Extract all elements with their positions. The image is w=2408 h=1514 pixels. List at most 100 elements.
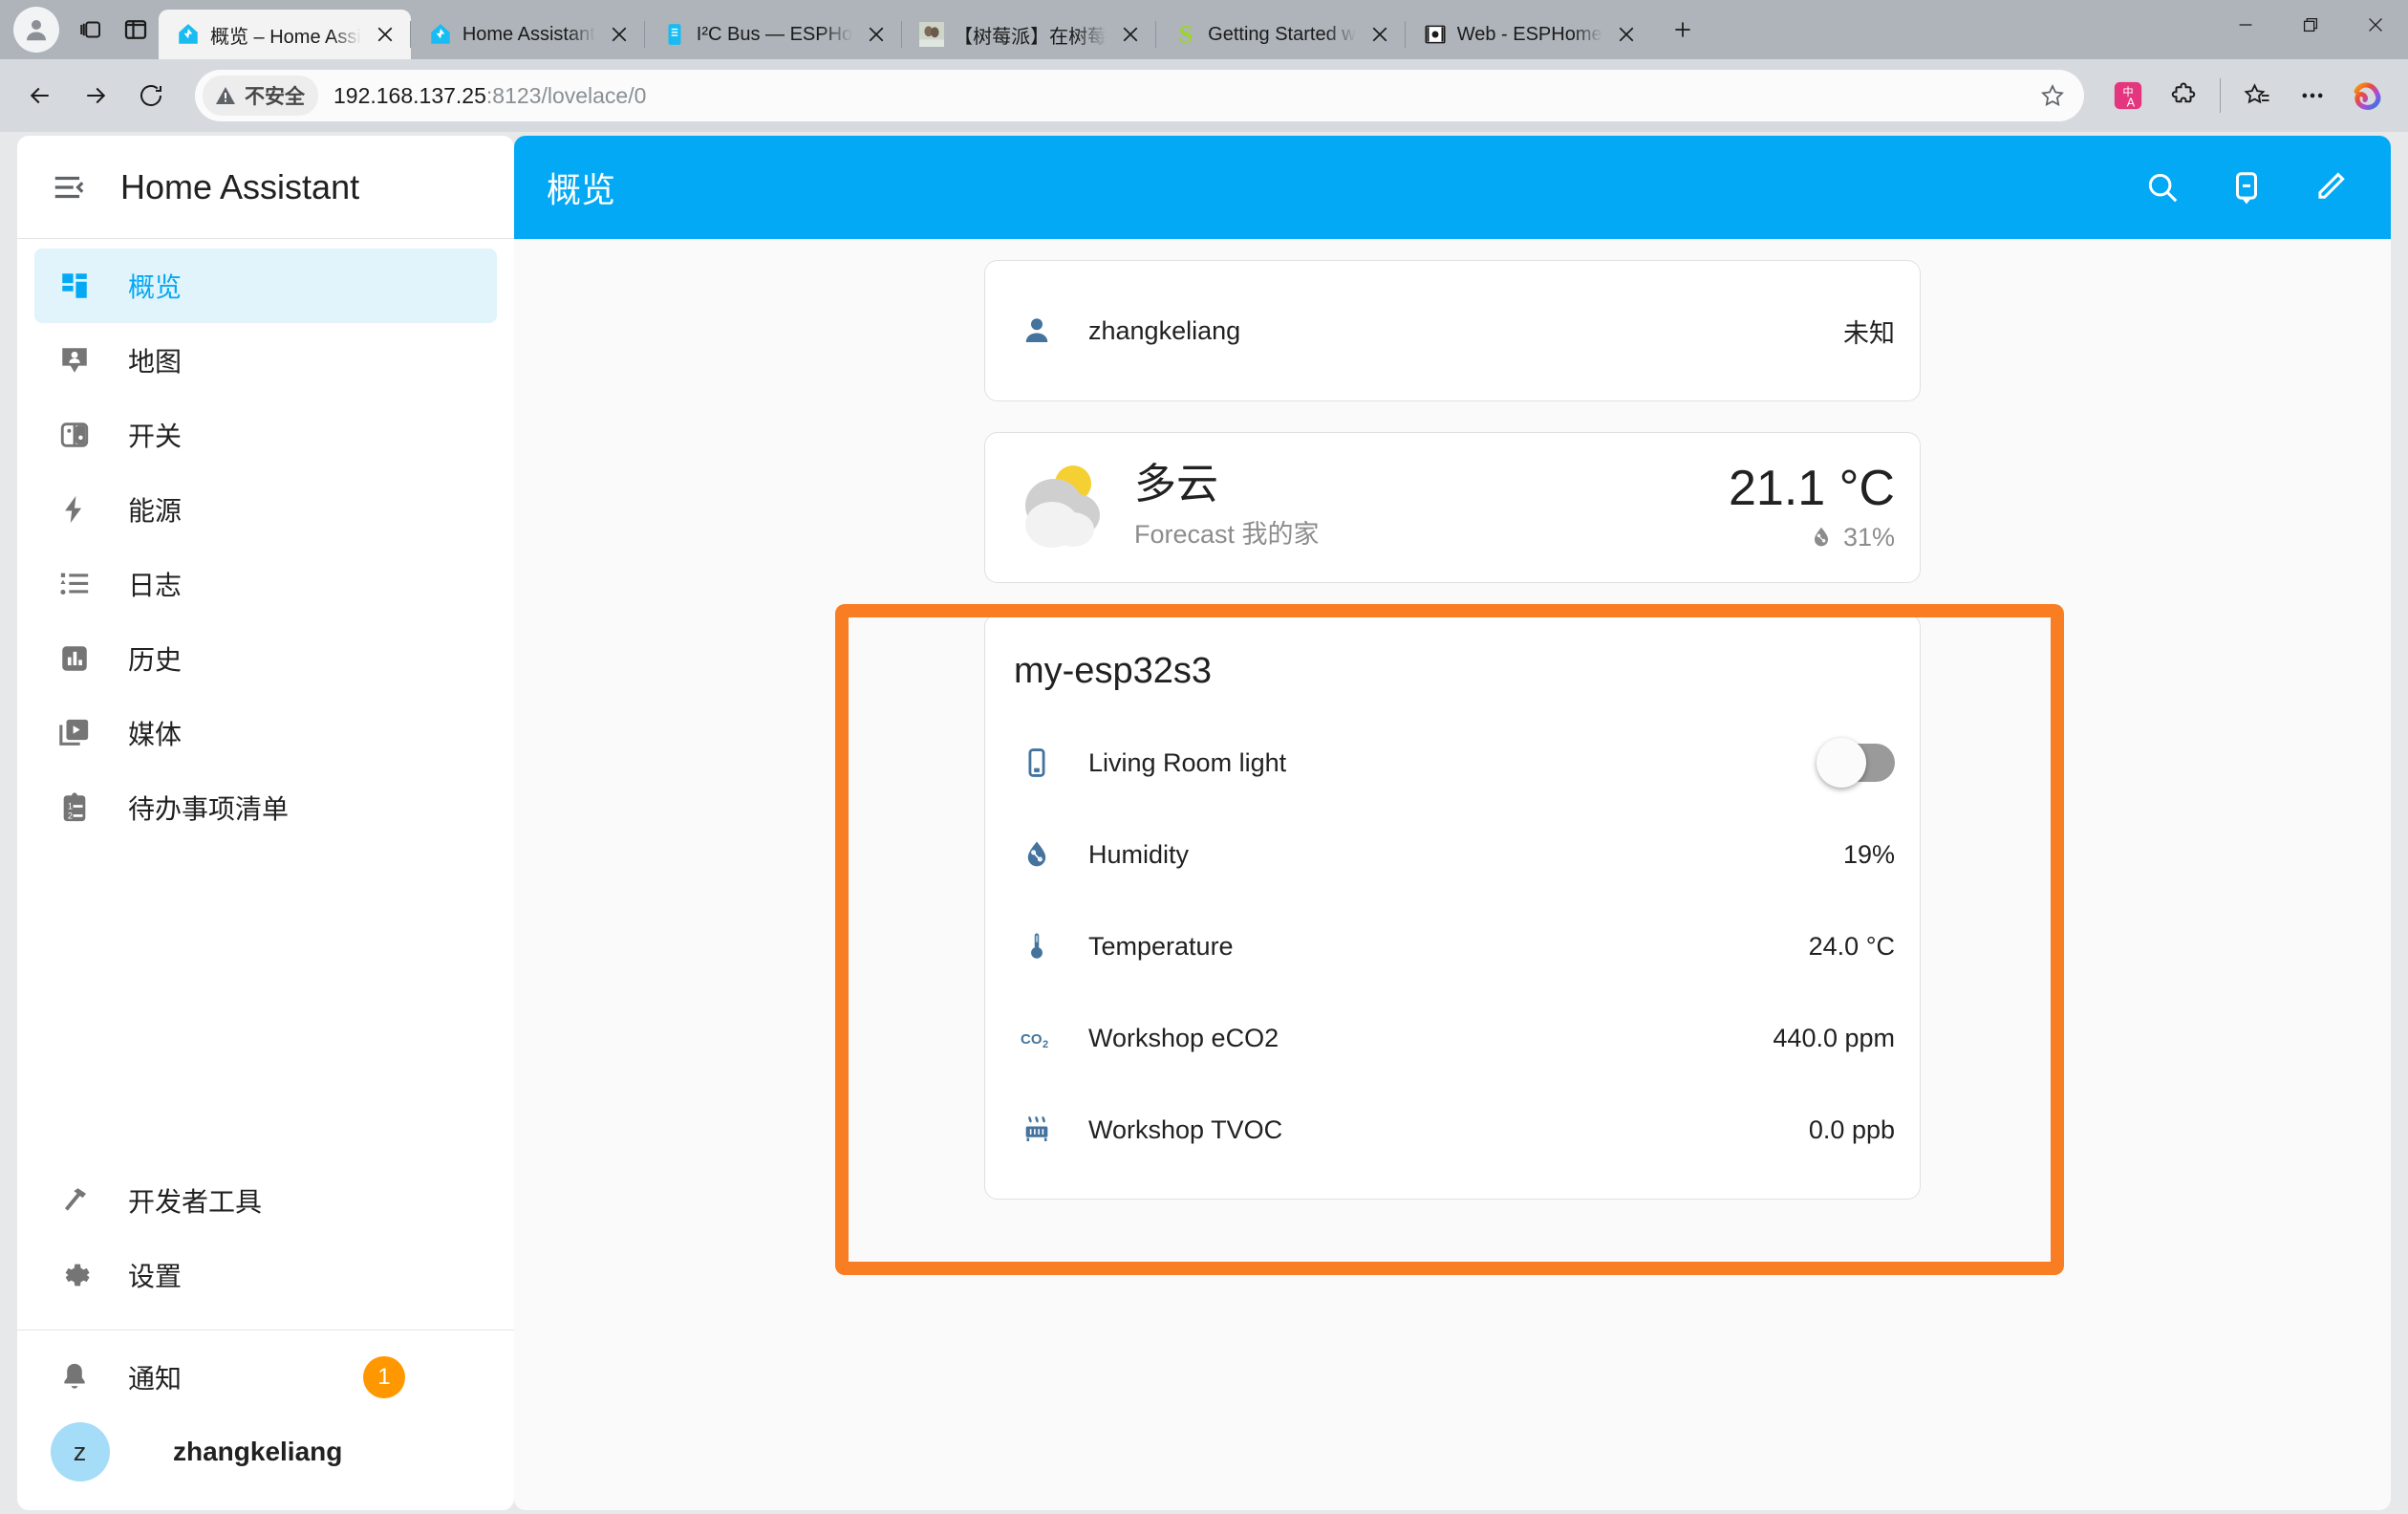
- assist-chat-icon[interactable]: [2219, 160, 2274, 215]
- weather-subtitle: Forecast 我的家: [1134, 519, 1320, 549]
- sparkfun-s-icon: S: [1173, 22, 1198, 47]
- url-text: 192.168.137.25:8123/lovelace/0: [333, 83, 646, 109]
- back-arrow-icon[interactable]: [15, 71, 65, 120]
- restore-icon[interactable]: [2278, 0, 2343, 50]
- tab-0[interactable]: 概览 – Home Assi: [159, 10, 411, 59]
- person-card[interactable]: zhangkeliang 未知: [984, 260, 1921, 401]
- more-ellipsis-icon[interactable]: [2288, 71, 2337, 120]
- tab-3[interactable]: 【树莓派】在树莓: [901, 10, 1156, 59]
- minimize-icon[interactable]: [2213, 0, 2278, 50]
- sidebar-item-settings[interactable]: 设置: [34, 1238, 497, 1312]
- entity-row-workshop-eco2[interactable]: CO 2 Workshop eCO2 440.0 ppm: [1010, 992, 1895, 1084]
- sidebar-item-label: 待办事项清单: [128, 794, 290, 824]
- sidebar-item-user[interactable]: z zhangkeliang: [34, 1415, 497, 1489]
- toolbar-divider: [2220, 78, 2221, 113]
- sidebar-item-todo[interactable]: 12 待办事项清单: [34, 770, 497, 845]
- svg-text:2: 2: [1043, 1039, 1048, 1050]
- tab-5[interactable]: Web - ESPHome: [1404, 10, 1652, 59]
- translate-icon[interactable]: 中A: [2103, 71, 2153, 120]
- entity-row-humidity[interactable]: Humidity 19%: [1010, 809, 1895, 900]
- split-screen-icon[interactable]: [113, 7, 159, 53]
- entity-row-temperature[interactable]: Temperature 24.0 °C: [1010, 900, 1895, 992]
- entity-value: 440.0 ppm: [1773, 1023, 1895, 1052]
- sidebar-item-energy[interactable]: 能源: [34, 472, 497, 547]
- pencil-edit-icon[interactable]: [2303, 160, 2358, 215]
- menu-collapse-icon[interactable]: [50, 168, 88, 206]
- water-percent-icon: [1814, 527, 1828, 547]
- svg-text:2: 2: [68, 811, 73, 820]
- sidebar-item-label: 概览: [128, 272, 183, 302]
- sidebar-tools: 开发者工具 设置: [17, 1154, 514, 1322]
- lightning-bolt-icon: [55, 490, 94, 529]
- ha-title: Home Assistant: [120, 166, 360, 206]
- ha-main: 概览 zhangkeliang 未知 多云 Forecast 我的家 21.1 …: [514, 136, 2391, 1510]
- collections-icon[interactable]: [2232, 71, 2282, 120]
- entity-row-workshop-tvoc[interactable]: Workshop TVOC 0.0 ppb: [1010, 1084, 1895, 1176]
- light-toggle-switch[interactable]: [1817, 738, 1895, 788]
- sidebar-item-media[interactable]: 媒体: [34, 696, 497, 770]
- card-title: my-esp32s3: [1014, 651, 1212, 691]
- toggle-switch-icon: [55, 416, 94, 454]
- sidebar-item-logbook[interactable]: 日志: [34, 547, 497, 621]
- tab-close-icon[interactable]: [1365, 20, 1394, 49]
- reload-icon[interactable]: [126, 71, 176, 120]
- weather-card[interactable]: 多云 Forecast 我的家 21.1 °C 31%: [984, 432, 1921, 583]
- sidebar-item-history[interactable]: 历史: [34, 621, 497, 696]
- cog-icon: [55, 1256, 94, 1294]
- sidebar-item-label: 开关: [128, 422, 183, 451]
- window-controls: [2213, 0, 2408, 59]
- profile-avatar-icon[interactable]: [13, 7, 59, 53]
- tab-close-icon[interactable]: [862, 20, 891, 49]
- tab-2[interactable]: I²C Bus — ESPHo: [643, 10, 902, 59]
- forward-arrow-icon[interactable]: [71, 71, 120, 120]
- tab-title: I²C Bus — ESPHo: [696, 23, 853, 45]
- tab-close-icon[interactable]: [371, 20, 399, 49]
- extensions-puzzle-icon[interactable]: [2159, 71, 2208, 120]
- entity-name: Humidity: [1088, 839, 1190, 869]
- sidebar-item-label: 日志: [128, 571, 183, 600]
- security-indicator[interactable]: 不安全: [203, 76, 318, 116]
- sidebar-item-switches[interactable]: 开关: [34, 398, 497, 472]
- new-tab-button[interactable]: [1662, 9, 1704, 51]
- image-thumbnail-icon: [919, 22, 945, 47]
- sidebar-header: Home Assistant: [17, 136, 514, 239]
- bell-icon: [55, 1358, 94, 1396]
- close-icon[interactable]: [2343, 0, 2408, 50]
- view-dashboard-icon: [55, 267, 94, 305]
- entity-row-living-room-light[interactable]: Living Room light: [1010, 717, 1895, 809]
- chart-box-icon: [55, 639, 94, 678]
- sidebar-item-map[interactable]: 地图: [34, 323, 497, 398]
- tab-groups-icon[interactable]: [67, 7, 113, 53]
- web-serial-icon: [1423, 22, 1448, 47]
- tab-1[interactable]: Home Assistant: [409, 10, 645, 59]
- entity-name: Workshop TVOC: [1088, 1114, 1283, 1144]
- url-host: 192.168.137.25: [333, 82, 486, 108]
- copilot-icon[interactable]: [2343, 71, 2393, 120]
- tab-close-icon[interactable]: [1612, 20, 1641, 49]
- clipboard-list-icon: 12: [55, 789, 94, 827]
- tab-close-icon[interactable]: [1116, 20, 1145, 49]
- entity-name: Temperature: [1088, 931, 1234, 961]
- sidebar-footer: 通知 1 z zhangkeliang: [17, 1330, 514, 1510]
- star-outline-icon[interactable]: [2031, 74, 2075, 118]
- url-path: :8123/lovelace/0: [485, 82, 647, 108]
- tab-close-icon[interactable]: [605, 20, 634, 49]
- sidebar-item-label: 能源: [128, 496, 183, 526]
- sidebar-item-developer-tools[interactable]: 开发者工具: [34, 1163, 497, 1238]
- tab-list: 概览 – Home Assi Home Assistant I²C Bus — …: [159, 0, 2213, 59]
- tab-title: Getting Started w: [1208, 23, 1356, 45]
- tab-4[interactable]: S Getting Started w: [1155, 10, 1406, 59]
- sidebar-item-label: 媒体: [128, 720, 183, 749]
- search-icon[interactable]: [2135, 160, 2190, 215]
- page-title: 概览: [547, 170, 616, 209]
- person-name: zhangkeliang: [1088, 315, 1241, 345]
- sidebar-item-notifications[interactable]: 通知 1: [34, 1340, 497, 1415]
- sidebar-item-overview[interactable]: 概览: [34, 249, 497, 323]
- weather-temperature: 21.1 °C: [1728, 460, 1895, 516]
- address-bar[interactable]: 不安全 192.168.137.25:8123/lovelace/0: [195, 70, 2084, 121]
- warning-triangle-icon: [216, 87, 235, 104]
- entity-value: 19%: [1842, 839, 1895, 869]
- weather-readings: 21.1 °C 31%: [1729, 460, 1895, 552]
- tab-title: Web - ESPHome: [1456, 23, 1602, 45]
- weather-state: 多云: [1134, 461, 1218, 508]
